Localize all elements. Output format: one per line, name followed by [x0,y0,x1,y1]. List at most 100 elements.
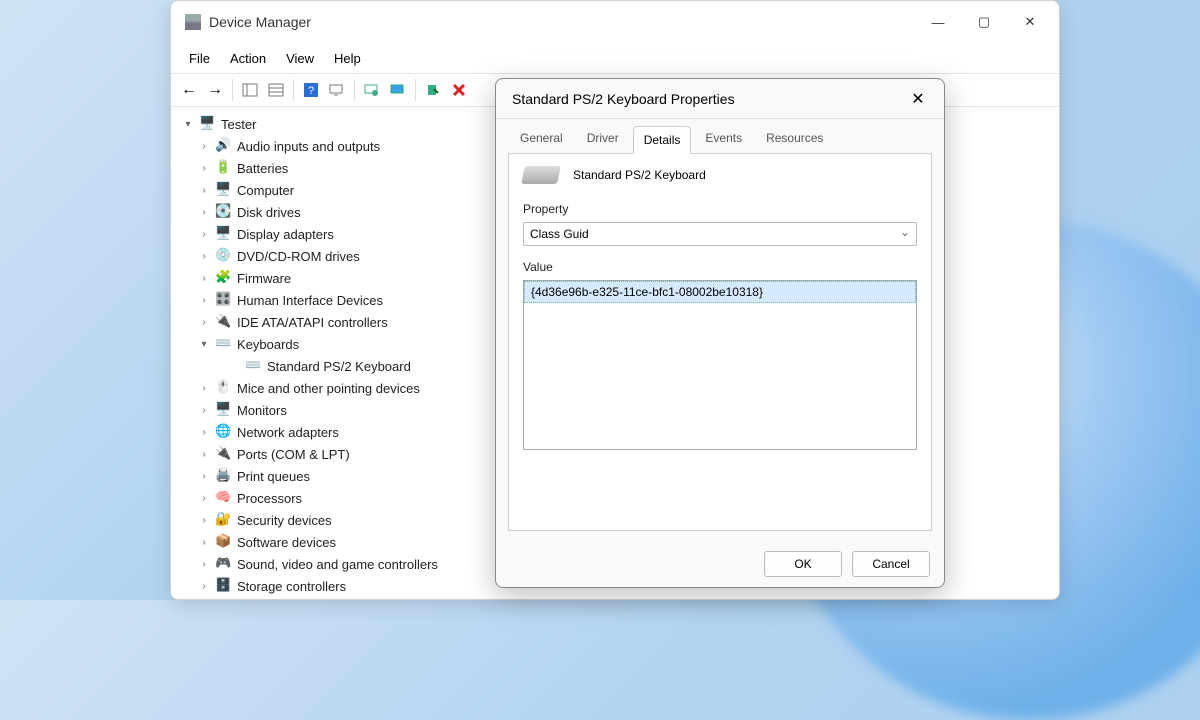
app-icon [185,14,201,30]
monitor-scan-icon [390,83,406,97]
tree-item-label: Network adapters [237,425,339,440]
category-icon: 🧠 [215,489,233,507]
category-icon: 🖥️ [215,225,233,243]
chevron-icon: › [197,427,211,438]
tree-item-label: Processors [237,491,302,506]
panel-icon [242,83,258,97]
device-name: Standard PS/2 Keyboard [573,168,706,182]
toolbar-separator [232,79,233,101]
dialog-body: Standard PS/2 Keyboard Property Class Gu… [508,153,932,531]
computer-icon: 🖥️ [199,115,217,133]
chevron-icon: › [197,449,211,460]
category-icon: 💿 [215,247,233,265]
tab-details[interactable]: Details [633,126,692,154]
monitor-refresh-icon [364,83,380,97]
properties-dialog: Standard PS/2 Keyboard Properties ✕ Gene… [495,78,945,588]
chevron-icon: › [197,163,211,174]
value-listbox[interactable]: {4d36e96b-e325-11ce-bfc1-08002be10318} [523,280,917,450]
chevron-icon: › [197,229,211,240]
chevron-icon: › [197,185,211,196]
tree-item-label: Human Interface Devices [237,293,383,308]
chevron-icon: › [197,317,211,328]
property-label: Property [523,202,917,216]
category-icon: 🌐 [215,423,233,441]
close-icon: ✕ [911,89,924,109]
show-hide-tree-button[interactable] [238,78,262,102]
menu-view[interactable]: View [276,47,324,70]
chevron-icon: › [197,581,211,592]
category-icon: 🖥️ [215,401,233,419]
keyboard-icon [521,166,561,184]
enable-icon [426,83,440,97]
arrow-left-icon: ← [181,81,197,99]
dialog-title: Standard PS/2 Keyboard Properties [512,91,902,107]
help-icon: ? [304,83,318,97]
dialog-tabs: General Driver Details Events Resources [496,119,944,153]
dialog-close-button[interactable]: ✕ [902,85,934,113]
maximize-button[interactable]: ▢ [961,6,1007,38]
minimize-button[interactable]: — [915,6,961,38]
window-controls: — ▢ ✕ [915,6,1053,38]
category-icon: 💽 [215,203,233,221]
cancel-button[interactable]: Cancel [852,551,930,577]
chevron-icon: › [197,405,211,416]
tree-item-label: Audio inputs and outputs [237,139,380,154]
tab-general[interactable]: General [510,125,573,153]
menu-file[interactable]: File [179,47,220,70]
toolbar-separator [354,79,355,101]
tab-resources[interactable]: Resources [756,125,833,153]
chevron-icon: ▾ [197,339,211,350]
dialog-buttons: OK Cancel [496,541,944,587]
property-dropdown-value: Class Guid [530,227,589,241]
category-icon: 🔐 [215,511,233,529]
tree-item-label: Monitors [237,403,287,418]
chevron-icon: › [197,295,211,306]
tree-item-label: Keyboards [237,337,299,352]
scan-hardware-button[interactable] [386,78,410,102]
chevron-icon: › [197,251,211,262]
forward-button[interactable]: → [203,78,227,102]
tree-item-label: Security devices [237,513,332,528]
tree-item-label: Ports (COM & LPT) [237,447,350,462]
tree-item-label: Print queues [237,469,310,484]
tree-item-label: Batteries [237,161,288,176]
tab-events[interactable]: Events [695,125,752,153]
category-icon: 🖨️ [215,467,233,485]
uninstall-device-button[interactable] [447,78,471,102]
tree-item-label: Software devices [237,535,336,550]
property-dropdown[interactable]: Class Guid [523,222,917,246]
chevron-icon: › [197,515,211,526]
monitor-icon [329,83,345,97]
properties-toolbar-button[interactable] [264,78,288,102]
scan-toolbar-button[interactable] [325,78,349,102]
help-toolbar-button[interactable]: ? [299,78,323,102]
toolbar-separator [415,79,416,101]
tree-item-label: Disk drives [237,205,301,220]
tree-item-label: Display adapters [237,227,334,242]
update-driver-button[interactable] [360,78,384,102]
chevron-icon: › [197,493,211,504]
tree-item-label: Computer [237,183,294,198]
tree-item-label: DVD/CD-ROM drives [237,249,360,264]
ok-button[interactable]: OK [764,551,842,577]
category-icon: ⌨️ [215,335,233,353]
menu-action[interactable]: Action [220,47,276,70]
tab-driver[interactable]: Driver [577,125,629,153]
tree-item-label: Firmware [237,271,291,286]
window-title: Device Manager [209,14,915,30]
tree-item-label: IDE ATA/ATAPI controllers [237,315,388,330]
tree-item[interactable]: ›⚙️System devices [175,597,1055,599]
value-item[interactable]: {4d36e96b-e325-11ce-bfc1-08002be10318} [524,281,916,303]
menu-help[interactable]: Help [324,47,371,70]
category-icon: 🎛️ [215,291,233,309]
chevron-icon: › [197,141,211,152]
chevron-icon: › [197,383,211,394]
tree-item-label: Mice and other pointing devices [237,381,420,396]
toolbar-separator [293,79,294,101]
chevron-icon: › [197,537,211,548]
close-button[interactable]: ✕ [1007,6,1053,38]
category-icon: 🔊 [215,137,233,155]
device-header: Standard PS/2 Keyboard [523,166,917,184]
back-button[interactable]: ← [177,78,201,102]
enable-device-button[interactable] [421,78,445,102]
